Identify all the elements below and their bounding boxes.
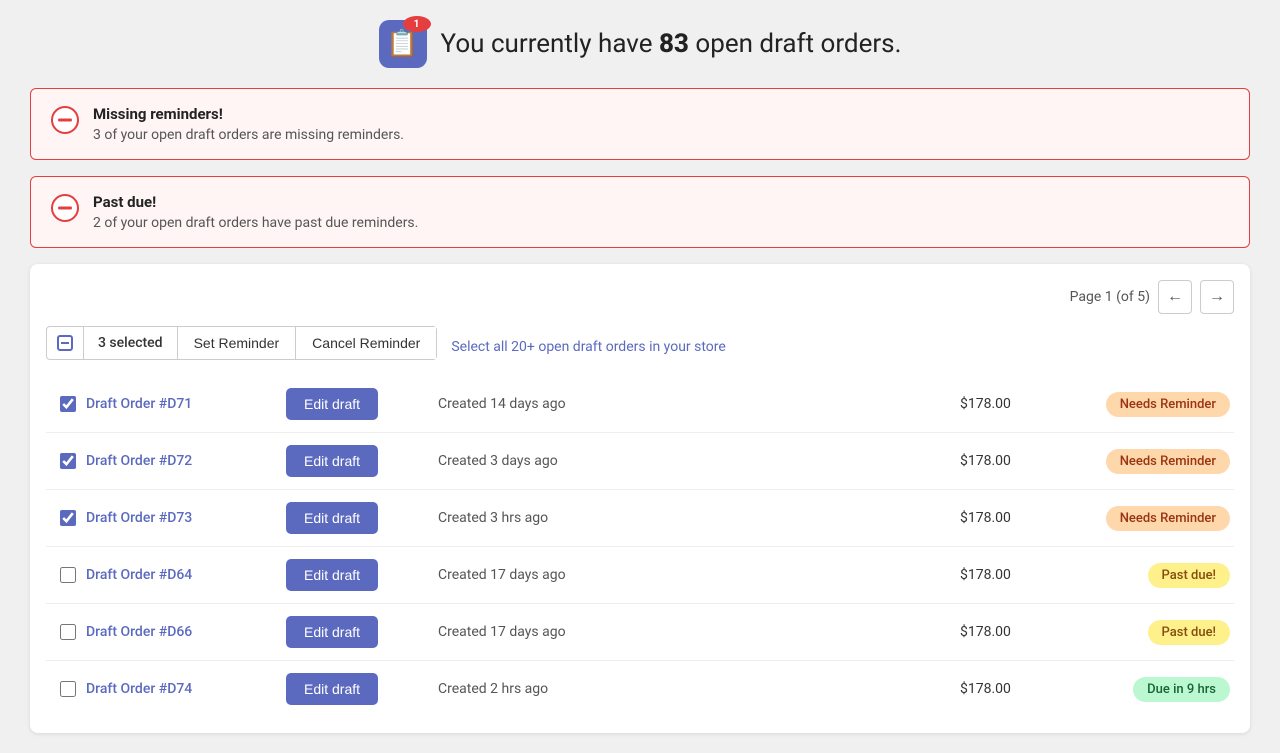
row-checkbox-cell[interactable]	[50, 681, 86, 697]
order-amount: $178.00	[960, 396, 1070, 412]
alert-past-due-desc: 2 of your open draft orders have past du…	[93, 215, 418, 231]
order-created: Created 14 days ago	[438, 396, 960, 412]
order-status-badge: Needs Reminder	[1070, 506, 1230, 531]
status-badge: Needs Reminder	[1106, 392, 1230, 417]
clipboard-icon: 📋	[386, 29, 418, 59]
toolbar-row: 3 selected Set Reminder Cancel Reminder	[46, 326, 437, 360]
alert-past-due-title: Past due!	[93, 193, 418, 211]
status-badge: Due in 9 hrs	[1133, 677, 1230, 702]
toolbar-check-cell[interactable]	[47, 327, 84, 359]
edit-draft-button[interactable]: Edit draft	[286, 445, 378, 477]
orders-list: Draft Order #D71 Edit draft Created 14 d…	[46, 376, 1234, 717]
row-checkbox[interactable]	[60, 396, 76, 412]
title-prefix: You currently have	[441, 29, 659, 59]
table-row: Draft Order #D66 Edit draft Created 17 d…	[46, 604, 1234, 661]
order-status-badge: Due in 9 hrs	[1070, 677, 1230, 702]
table-row: Draft Order #D64 Edit draft Created 17 d…	[46, 547, 1234, 604]
pagination-next-button[interactable]: →	[1200, 280, 1234, 314]
row-checkbox[interactable]	[60, 453, 76, 469]
order-amount: $178.00	[960, 681, 1070, 697]
select-all-checkbox[interactable]	[57, 335, 73, 351]
row-checkbox[interactable]	[60, 567, 76, 583]
table-row: Draft Order #D72 Edit draft Created 3 da…	[46, 433, 1234, 490]
edit-draft-button[interactable]: Edit draft	[286, 673, 378, 705]
order-name-link[interactable]: Draft Order #D64	[86, 567, 286, 583]
alert-missing-reminders: Missing reminders! 3 of your open draft …	[30, 88, 1250, 160]
order-amount: $178.00	[960, 624, 1070, 640]
alert-missing-reminders-content: Missing reminders! 3 of your open draft …	[93, 105, 404, 143]
toolbar-container: 3 selected Set Reminder Cancel Reminder …	[46, 326, 1234, 368]
status-badge: Needs Reminder	[1106, 506, 1230, 531]
title-suffix: open draft orders.	[689, 29, 902, 59]
page-wrapper: 📋 1 You currently have 83 open draft ord…	[0, 0, 1280, 753]
order-name-link[interactable]: Draft Order #D72	[86, 453, 286, 469]
select-all-link[interactable]: Select all 20+ open draft orders in your…	[451, 339, 725, 355]
row-checkbox-cell[interactable]	[50, 567, 86, 583]
row-checkbox[interactable]	[60, 624, 76, 640]
orders-table-card: Page 1 (of 5) ← → 3 selected Set Reminde…	[30, 264, 1250, 733]
page-header: 📋 1 You currently have 83 open draft ord…	[30, 20, 1250, 68]
pagination-text: Page 1 (of 5)	[1070, 289, 1150, 305]
order-created: Created 3 days ago	[438, 453, 960, 469]
order-status-badge: Needs Reminder	[1070, 392, 1230, 417]
alert-missing-reminders-title: Missing reminders!	[93, 105, 404, 123]
order-status-badge: Needs Reminder	[1070, 449, 1230, 474]
order-created: Created 3 hrs ago	[438, 510, 960, 526]
edit-draft-button[interactable]: Edit draft	[286, 559, 378, 591]
status-badge: Past due!	[1148, 620, 1230, 645]
toolbar-selected-count: 3 selected	[84, 327, 178, 359]
order-name-link[interactable]: Draft Order #D66	[86, 624, 286, 640]
page-title: You currently have 83 open draft orders.	[441, 29, 902, 59]
order-name-link[interactable]: Draft Order #D74	[86, 681, 286, 697]
order-amount: $178.00	[960, 453, 1070, 469]
alert-missing-reminders-desc: 3 of your open draft orders are missing …	[93, 127, 404, 143]
order-created: Created 17 days ago	[438, 567, 960, 583]
order-amount: $178.00	[960, 567, 1070, 583]
row-checkbox[interactable]	[60, 681, 76, 697]
order-status-badge: Past due!	[1070, 563, 1230, 588]
table-row: Draft Order #D74 Edit draft Created 2 hr…	[46, 661, 1234, 717]
header-icon-container: 📋 1	[379, 20, 427, 68]
order-amount: $178.00	[960, 510, 1070, 526]
cancel-reminder-button[interactable]: Cancel Reminder	[296, 327, 436, 359]
alert-past-due-content: Past due! 2 of your open draft orders ha…	[93, 193, 418, 231]
order-name-link[interactable]: Draft Order #D71	[86, 396, 286, 412]
edit-draft-button[interactable]: Edit draft	[286, 502, 378, 534]
set-reminder-button[interactable]: Set Reminder	[178, 327, 297, 359]
status-badge: Needs Reminder	[1106, 449, 1230, 474]
row-checkbox-cell[interactable]	[50, 453, 86, 469]
status-badge: Past due!	[1148, 563, 1230, 588]
pagination-prev-button[interactable]: ←	[1158, 280, 1192, 314]
no-entry-icon-2	[51, 194, 79, 222]
title-count: 83	[659, 29, 689, 59]
alert-past-due: Past due! 2 of your open draft orders ha…	[30, 176, 1250, 248]
row-checkbox[interactable]	[60, 510, 76, 526]
pagination-row: Page 1 (of 5) ← →	[46, 280, 1234, 314]
order-created: Created 17 days ago	[438, 624, 960, 640]
order-name-link[interactable]: Draft Order #D73	[86, 510, 286, 526]
row-checkbox-cell[interactable]	[50, 396, 86, 412]
order-created: Created 2 hrs ago	[438, 681, 960, 697]
table-row: Draft Order #D73 Edit draft Created 3 hr…	[46, 490, 1234, 547]
table-row: Draft Order #D71 Edit draft Created 14 d…	[46, 376, 1234, 433]
notification-badge: 1	[403, 16, 431, 32]
no-entry-icon	[51, 106, 79, 134]
edit-draft-button[interactable]: Edit draft	[286, 616, 378, 648]
order-status-badge: Past due!	[1070, 620, 1230, 645]
row-checkbox-cell[interactable]	[50, 510, 86, 526]
row-checkbox-cell[interactable]	[50, 624, 86, 640]
edit-draft-button[interactable]: Edit draft	[286, 388, 378, 420]
